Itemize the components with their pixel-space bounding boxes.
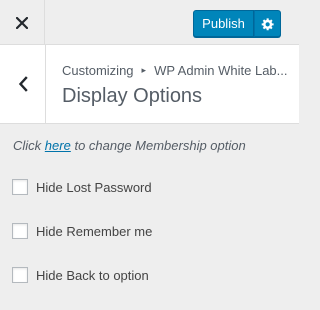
option-hide-back-to[interactable]: Hide Back to option (12, 266, 149, 284)
close-icon (16, 16, 28, 29)
option-hide-lost-password[interactable]: Hide Lost Password (12, 178, 152, 196)
close-button[interactable] (0, 0, 45, 45)
hide-lost-password-checkbox[interactable] (12, 179, 28, 195)
chevron-left-icon (18, 76, 28, 92)
option-hide-remember-me[interactable]: Hide Remember me (12, 222, 152, 240)
membership-note: Click here to change Membership option (13, 138, 246, 153)
customizer-panel: Publish Customizing ▸ WP Admin White Lab… (0, 0, 299, 310)
membership-note-suffix: to change Membership option (74, 138, 246, 153)
membership-link[interactable]: here (45, 138, 71, 153)
publish-settings-button[interactable] (254, 10, 281, 37)
hide-remember-me-checkbox[interactable] (12, 223, 28, 239)
section-header: Customizing ▸ WP Admin White Lab... Disp… (0, 45, 299, 124)
publish-button[interactable]: Publish (193, 10, 254, 37)
section-title: Display Options (62, 85, 203, 107)
hide-remember-me-label[interactable]: Hide Remember me (36, 224, 152, 239)
breadcrumb: Customizing ▸ WP Admin White Lab... (62, 63, 299, 78)
breadcrumb-current: WP Admin White Lab... (154, 63, 288, 78)
breadcrumb-root: Customizing (62, 63, 134, 78)
customizer-header: Publish (0, 0, 299, 45)
hide-back-to-checkbox[interactable] (12, 267, 28, 283)
back-button[interactable] (0, 45, 46, 123)
hide-back-to-label[interactable]: Hide Back to option (36, 268, 149, 283)
breadcrumb-separator-icon: ▸ (141, 65, 147, 75)
gear-icon (261, 17, 274, 30)
membership-note-prefix: Click (13, 138, 42, 153)
hide-lost-password-label[interactable]: Hide Lost Password (36, 180, 152, 195)
publish-actions: Publish (193, 10, 281, 37)
